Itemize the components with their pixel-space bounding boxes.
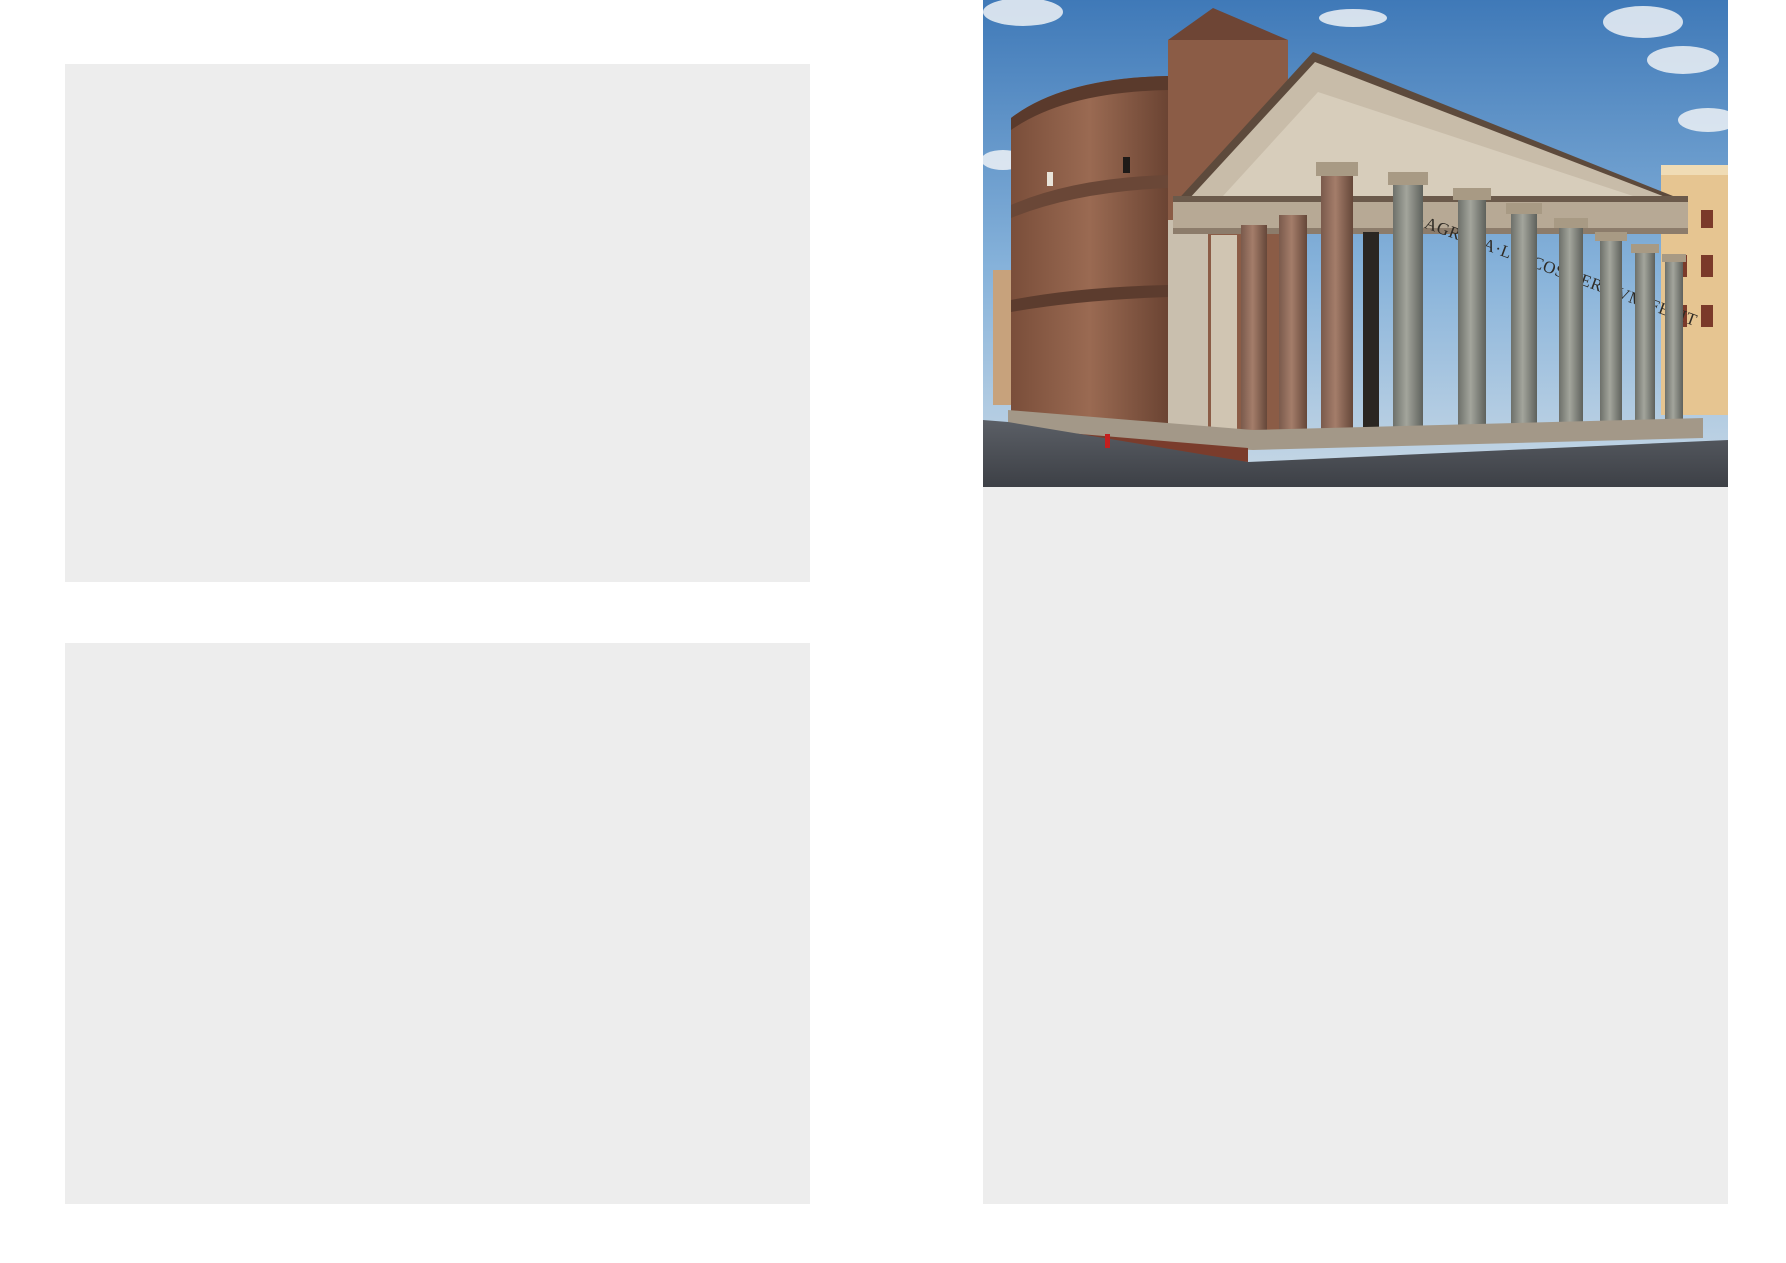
fire-hydrant: [1105, 434, 1110, 448]
pantheon-photo: M·AGRIPPA·L·F·COS·TERTIVM·FECIT: [983, 0, 1728, 487]
document-page: M·AGRIPPA·L·F·COS·TERTIVM·FECIT: [0, 0, 1786, 1263]
pantheon-illustration: M·AGRIPPA·L·F·COS·TERTIVM·FECIT: [983, 0, 1728, 487]
image-placeholder-top-left: [65, 64, 810, 582]
image-placeholder-bottom-left: [65, 643, 810, 1204]
image-placeholder-right-lower: [983, 487, 1728, 1204]
rotunda: [1011, 76, 1168, 430]
